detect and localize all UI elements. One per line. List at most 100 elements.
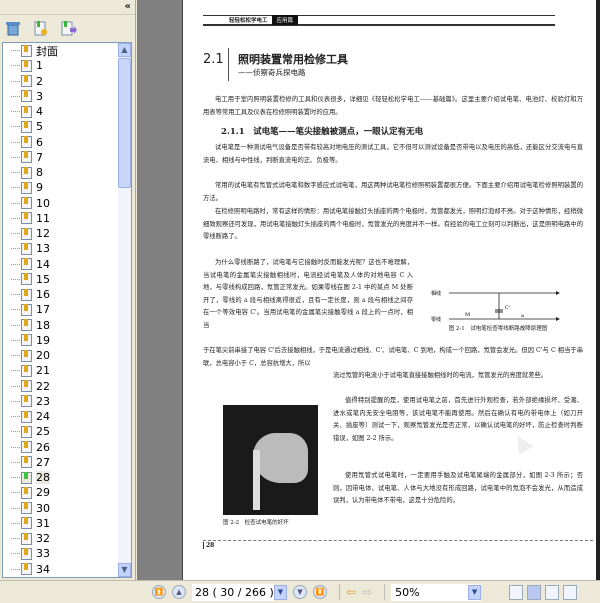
bookmark-icon [21, 75, 32, 88]
figure-caption: 图 2-1 试电笔检查零线断路故障原理图 [448, 326, 548, 332]
bookmark-item[interactable]: 33 [3, 546, 131, 561]
running-head-title: 轻轻松松学电工 [225, 16, 272, 24]
bookmark-toolbar [0, 15, 135, 41]
bookmark-item[interactable]: 1 [3, 58, 131, 73]
bookmark-item[interactable]: 5 [3, 119, 131, 134]
bookmark-item[interactable]: 9 [3, 180, 131, 195]
bookmark-icon [21, 471, 32, 484]
last-page-button[interactable]: ⏬ [313, 585, 327, 599]
first-page-button[interactable]: ⏫ [152, 585, 166, 599]
bookmark-label: 封面 [36, 44, 58, 58]
bookmark-item[interactable]: 17 [3, 302, 131, 317]
bookmark-item[interactable]: 8 [3, 165, 131, 180]
bookmark-icon [21, 425, 32, 438]
zoom-dropdown-button[interactable]: ▼ [468, 584, 482, 600]
bookmark-label: 9 [36, 181, 43, 195]
bookmark-item[interactable]: 13 [3, 241, 131, 256]
first-page-icon: ⏫ [154, 588, 164, 596]
bookmark-item[interactable]: 25 [3, 424, 131, 439]
status-toolbar: ⏫ ▲ 28 ( 30 / 266 ) ▼ ▼ ⏬ ⇦ ⇨ 50% ▼ [0, 580, 600, 603]
bookmark-item[interactable]: 2 [3, 74, 131, 89]
bookmark-item[interactable]: 32 [3, 531, 131, 546]
goto-bookmark-button[interactable] [61, 20, 77, 36]
scroll-down-icon[interactable]: ▼ [118, 563, 131, 577]
bookmark-item[interactable]: 12 [3, 226, 131, 241]
chevron-down-icon: ▼ [471, 587, 478, 596]
bookmark-icon [21, 197, 32, 210]
bookmark-item[interactable]: 7 [3, 150, 131, 165]
bookmark-item[interactable]: 31 [3, 516, 131, 531]
bookmark-label: 32 [36, 532, 50, 546]
bookmark-item[interactable]: 6 [3, 135, 131, 150]
bookmark-item[interactable]: 27 [3, 455, 131, 470]
neutral-label: 零线 [431, 316, 441, 323]
section-title: 照明装置常用检修工具 [238, 53, 348, 66]
back-button[interactable]: ⇦ [346, 585, 356, 599]
bookmark-label: 2 [36, 74, 43, 88]
running-head-tag: 应用篇 [271, 15, 299, 25]
bookmark-icon [21, 441, 32, 454]
bookmark-item[interactable]: 23 [3, 394, 131, 409]
capacitor-label: C' [505, 305, 510, 311]
bookmark-item[interactable]: 10 [3, 196, 131, 211]
bookmark-label: 34 [36, 562, 50, 576]
collapse-panel-icon[interactable]: « [125, 1, 131, 12]
bookmark-item[interactable]: 20 [3, 348, 131, 363]
bookmarks-panel: « 封面 1 2 3 4 5 6 7 8 9 10 11 12 13 14 15 16 17 18 19 20 21 22 2… [0, 0, 136, 580]
bookmark-item[interactable]: 4 [3, 104, 131, 119]
zoom-value: 50% [395, 585, 420, 599]
panel-header: « [0, 0, 135, 15]
bookmark-label: 24 [36, 410, 50, 424]
bookmark-item[interactable]: 26 [3, 440, 131, 455]
page-dropdown-button[interactable]: ▼ [274, 584, 287, 600]
prev-page-icon: ▲ [176, 588, 182, 596]
bookmark-item[interactable]: 22 [3, 379, 131, 394]
bookmark-icon [21, 456, 32, 469]
next-page-button[interactable]: ▼ [293, 585, 307, 599]
zoom-select[interactable]: 50% ▼ [391, 583, 482, 601]
page-number-input[interactable]: 28 ( 30 / 266 ) [192, 583, 274, 601]
bookmark-item[interactable]: 3 [3, 89, 131, 104]
bookmark-label: 27 [36, 455, 50, 469]
thumbnail-view-button[interactable] [545, 584, 560, 600]
next-page-icon: ▼ [297, 588, 303, 596]
bookmark-item[interactable]: 28 [3, 470, 131, 485]
bookmark-label: 25 [36, 425, 50, 439]
bookmark-icon [21, 349, 32, 362]
bookmark-item[interactable]: 21 [3, 363, 131, 378]
bookmark-item[interactable]: 24 [3, 409, 131, 424]
bookmark-icon [21, 227, 32, 240]
tree-scrollbar[interactable]: ▲ ▼ [118, 43, 131, 577]
trash-icon [6, 21, 20, 35]
bookmark-icon [21, 273, 32, 286]
bookmark-item[interactable]: 16 [3, 287, 131, 302]
tester-photo [223, 405, 318, 515]
scroll-thumb[interactable] [118, 58, 131, 188]
single-page-view-button[interactable] [509, 584, 524, 600]
bookmark-label: 14 [36, 257, 50, 271]
bookmark-icon [21, 212, 32, 225]
bookmark-item[interactable]: 18 [3, 318, 131, 333]
bookmark-icon [21, 410, 32, 423]
bookmark-item[interactable]: 11 [3, 211, 131, 226]
forward-button[interactable]: ⇨ [362, 585, 372, 599]
bookmark-icon [21, 166, 32, 179]
scroll-up-icon[interactable]: ▲ [118, 43, 131, 57]
bookmark-item[interactable]: 19 [3, 333, 131, 348]
bookmark-item[interactable]: 封面 [3, 43, 131, 58]
continuous-view-button[interactable] [527, 584, 542, 600]
bookmark-label: 16 [36, 288, 50, 302]
bookmark-item[interactable]: 14 [3, 257, 131, 272]
bookmark-item[interactable]: 34 [3, 562, 131, 577]
prev-page-button[interactable]: ▲ [172, 585, 186, 599]
bookmark-item[interactable]: 15 [3, 272, 131, 287]
new-bookmark-button[interactable] [33, 20, 49, 36]
bookmark-icon [21, 288, 32, 301]
delete-bookmark-button[interactable] [5, 20, 21, 36]
bookmark-item[interactable]: 30 [3, 501, 131, 516]
bookmark-item[interactable]: 29 [3, 485, 131, 500]
bookmark-label: 13 [36, 242, 50, 256]
paragraph: 为什么零线断路了，试电笔与它接触时反而能发光呢？这也不难理解，当试电笔的金属笔尖… [203, 259, 413, 329]
facing-view-button[interactable] [563, 584, 578, 600]
bookmark-icon [21, 303, 32, 316]
